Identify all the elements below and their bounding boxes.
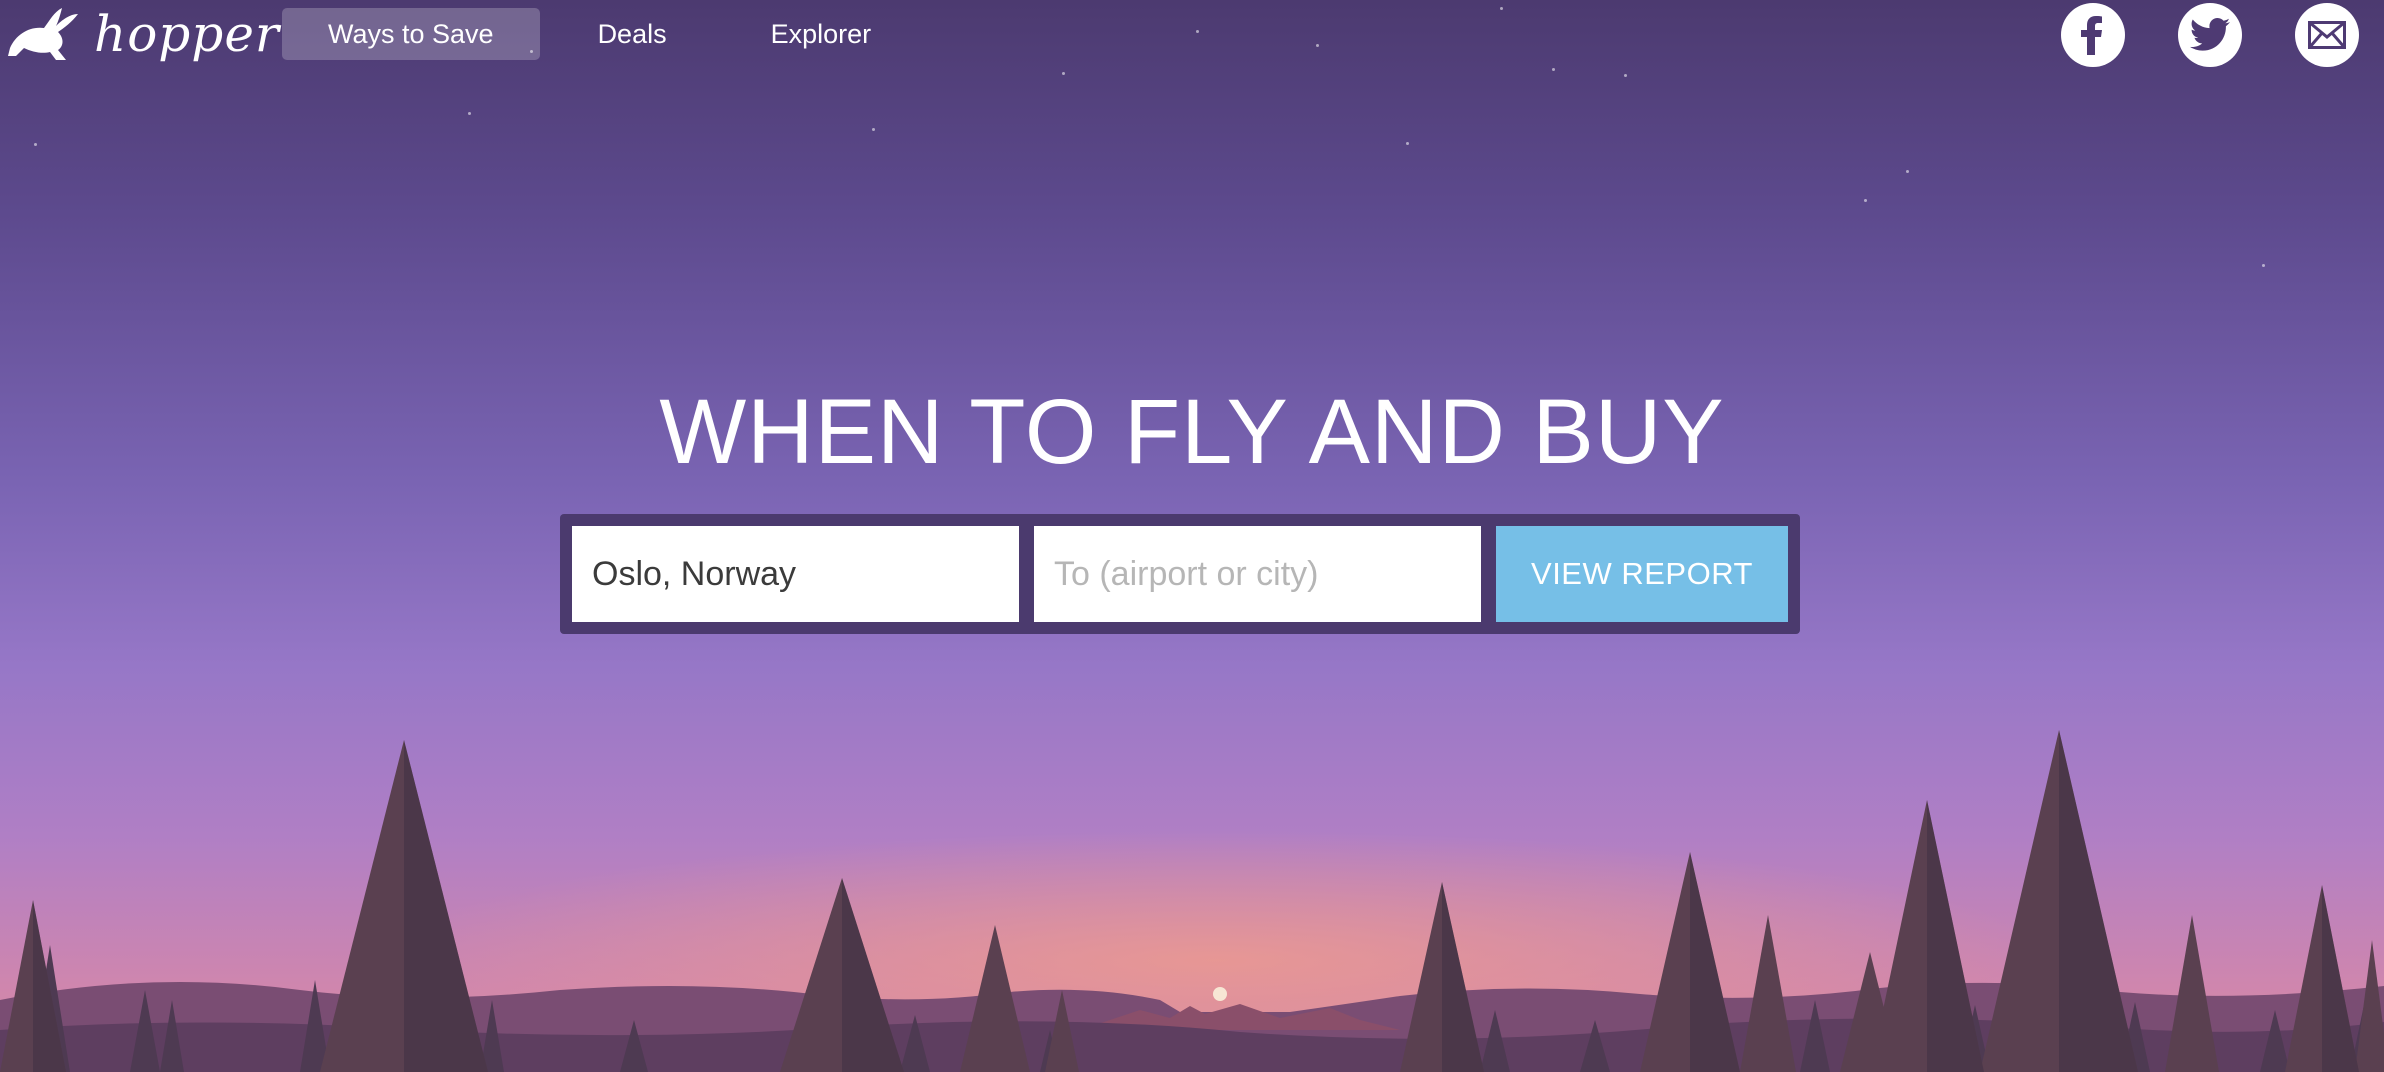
nav-explorer[interactable]: Explorer — [725, 8, 918, 60]
email-button[interactable] — [2295, 3, 2359, 67]
email-icon — [2308, 21, 2346, 49]
search-form: VIEW REPORT — [560, 514, 1800, 634]
nav-ways-to-save[interactable]: Ways to Save — [282, 8, 540, 60]
facebook-icon — [2081, 16, 2102, 55]
hero-title: WHEN TO FLY AND BUY — [659, 381, 1725, 483]
to-input[interactable] — [1034, 526, 1481, 622]
twitter-button[interactable] — [2178, 3, 2242, 67]
twitter-icon — [2190, 18, 2230, 51]
hopper-logo[interactable]: hopper — [6, 2, 280, 66]
from-input[interactable] — [572, 526, 1019, 622]
logo-text: hopper — [94, 5, 280, 63]
main-nav: Ways to Save Deals Explorer — [282, 8, 917, 60]
rabbit-icon — [8, 8, 78, 60]
top-navigation: hopper Ways to Save Deals Explorer — [0, 0, 2384, 70]
view-report-button[interactable]: VIEW REPORT — [1496, 526, 1788, 622]
social-links — [2061, 3, 2359, 67]
facebook-button[interactable] — [2061, 3, 2125, 67]
sun — [1213, 987, 1227, 1001]
nav-deals[interactable]: Deals — [552, 8, 713, 60]
forest-scenery — [0, 700, 2384, 1072]
